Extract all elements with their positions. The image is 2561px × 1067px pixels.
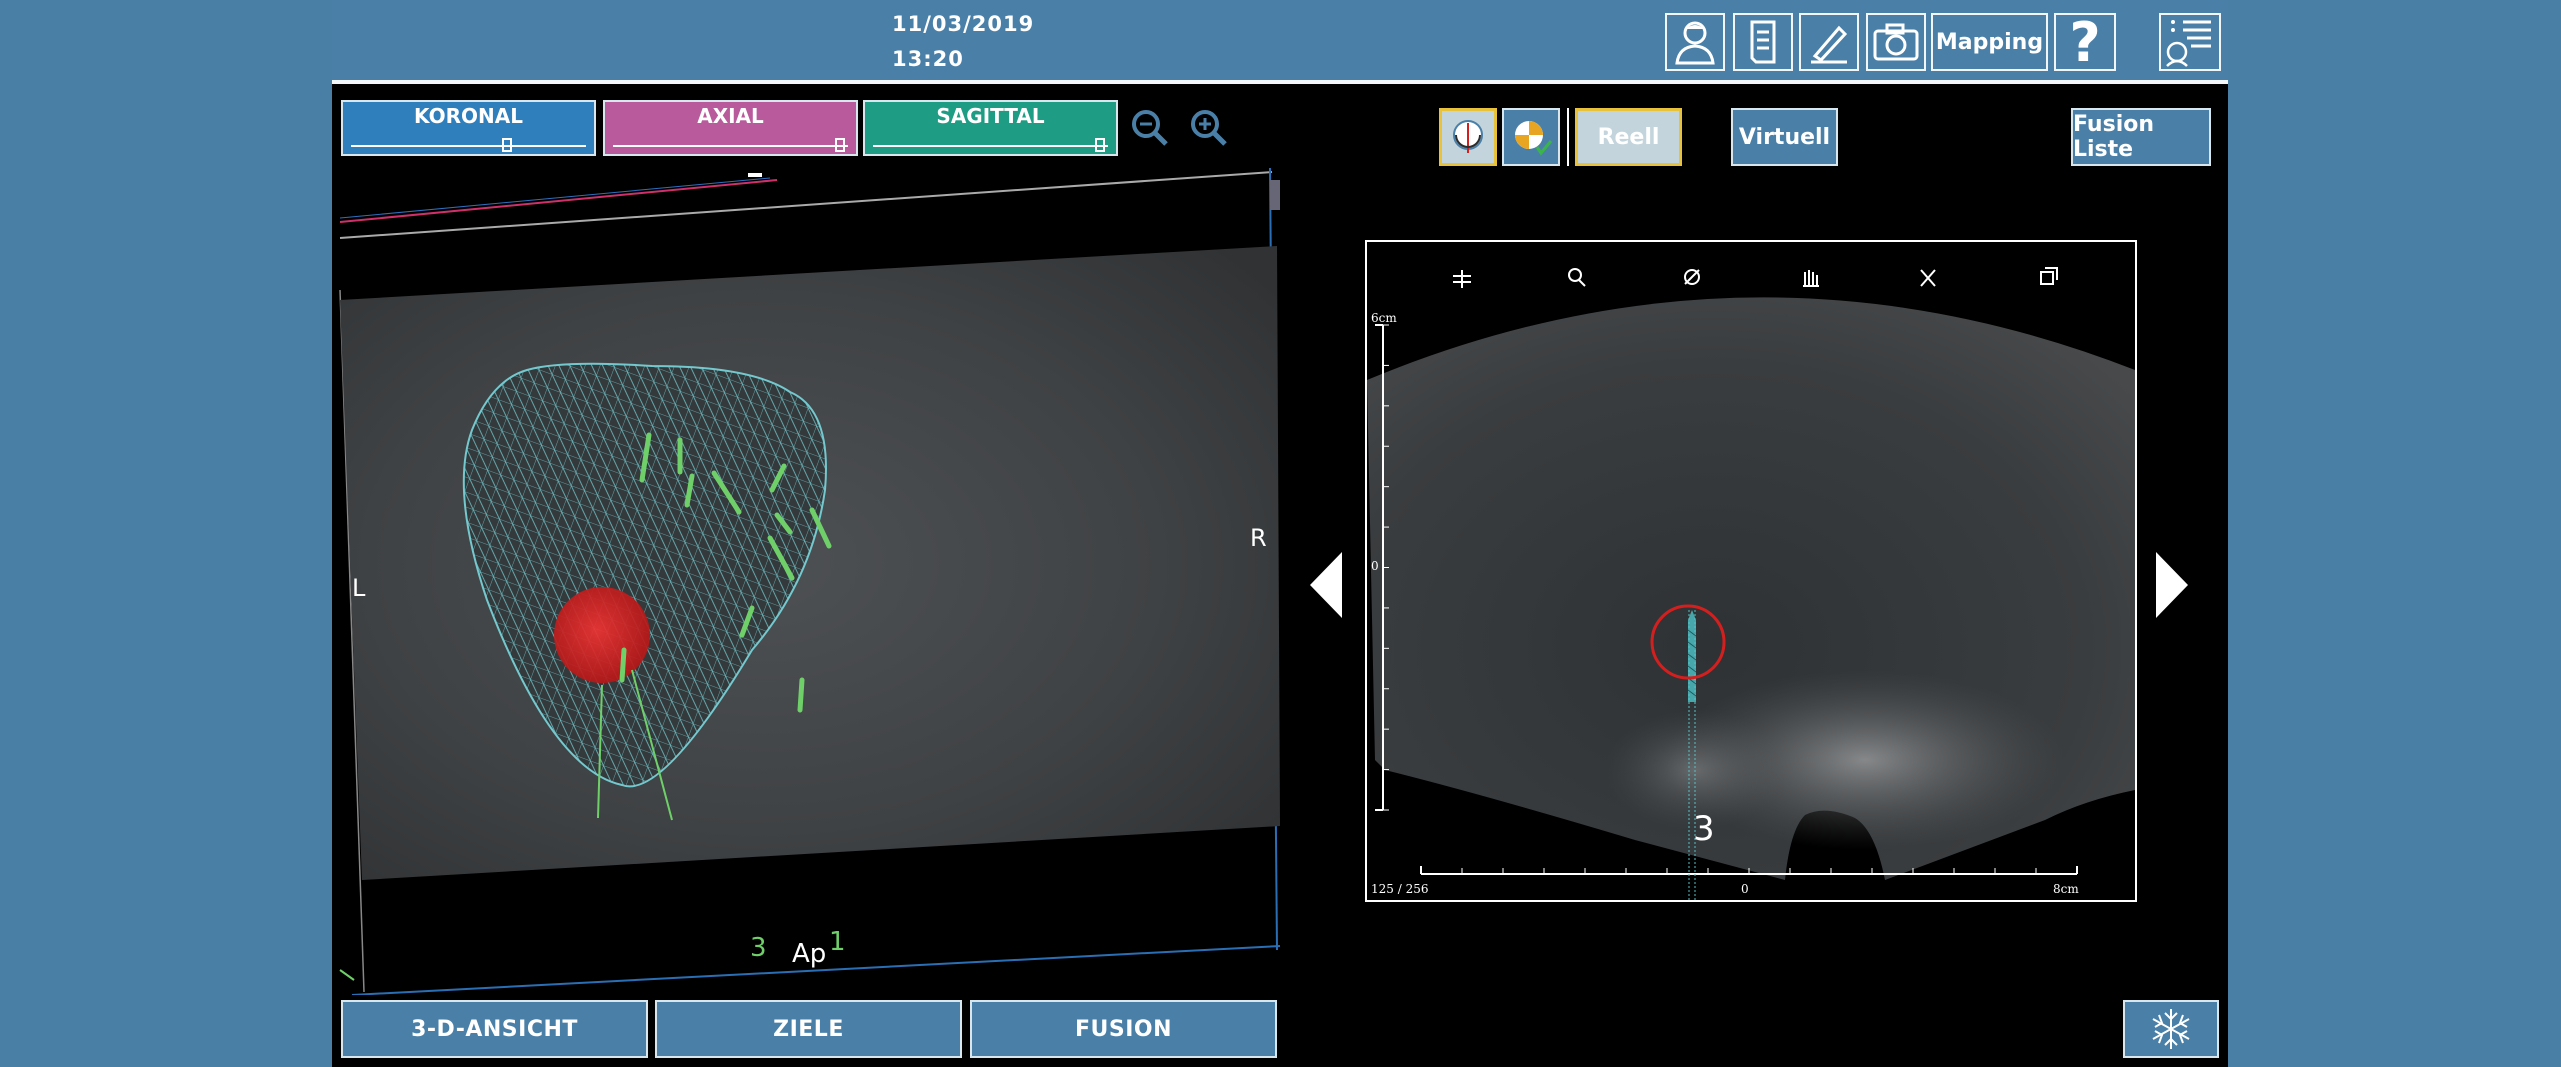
ultrasound-view[interactable]: 6cm 0 0 8cm 125 / 256 3 bbox=[1365, 240, 2137, 902]
annotate-button[interactable] bbox=[1799, 13, 1859, 71]
mapping-button[interactable]: Mapping bbox=[1931, 13, 2048, 71]
mapping-label: Mapping bbox=[1935, 29, 2044, 55]
probe-mode-button[interactable] bbox=[1439, 108, 1497, 166]
depth-label: 6cm bbox=[1371, 311, 1397, 325]
sector-mode-button[interactable] bbox=[1502, 108, 1560, 166]
report-button[interactable] bbox=[1733, 13, 1793, 71]
tab-sagittal-label: SAGITTAL bbox=[936, 104, 1045, 128]
fusion-list-button[interactable]: Fusion Liste bbox=[2071, 108, 2211, 166]
3d-view-button[interactable]: 3-D-ANSICHT bbox=[341, 1000, 648, 1058]
zoom-in-button[interactable] bbox=[1189, 108, 1229, 150]
zoom-out-button[interactable] bbox=[1130, 108, 1170, 150]
help-icon: ? bbox=[2069, 10, 2101, 74]
tab-axial[interactable]: AXIAL bbox=[603, 100, 858, 156]
axial-slider-thumb[interactable] bbox=[835, 138, 846, 152]
frame-counter: 125 / 256 bbox=[1371, 882, 1428, 896]
needle-label-3: 3 bbox=[750, 933, 767, 963]
patient-button[interactable] bbox=[1665, 13, 1725, 71]
screenshot-button[interactable] bbox=[1866, 13, 1926, 71]
needle-label-1: 1 bbox=[829, 927, 846, 957]
needle-number: 3 bbox=[1693, 809, 1715, 849]
freeze-button[interactable] bbox=[2123, 1000, 2219, 1058]
top-marker bbox=[748, 173, 762, 177]
reell-button[interactable]: Reell bbox=[1575, 108, 1682, 166]
zoom-in-icon bbox=[1191, 110, 1227, 146]
toolbar-divider bbox=[1567, 108, 1569, 166]
probe-icon bbox=[1453, 120, 1483, 153]
snowflake-icon bbox=[2152, 1009, 2190, 1049]
tab-koronal[interactable]: KORONAL bbox=[341, 100, 596, 156]
koronal-slider-track[interactable] bbox=[351, 145, 586, 147]
time-display: 13:20 bbox=[892, 47, 964, 71]
plane-marker bbox=[1270, 180, 1280, 210]
tab-koronal-label: KORONAL bbox=[414, 104, 523, 128]
sector-target-icon bbox=[1515, 121, 1553, 156]
patient-list-button[interactable] bbox=[2159, 13, 2221, 71]
pen-icon bbox=[1811, 25, 1848, 64]
orientation-left: L bbox=[352, 574, 366, 602]
3d-view[interactable]: L R 3 1 Ap bbox=[332, 160, 1280, 995]
depth-zero-label: 0 bbox=[1371, 559, 1379, 573]
prev-arrow-icon[interactable] bbox=[1308, 550, 1344, 620]
axis-tick bbox=[339, 969, 355, 981]
axial-slider-track[interactable] bbox=[613, 145, 848, 147]
sagittal-slider-track[interactable] bbox=[873, 145, 1108, 147]
next-arrow-icon[interactable] bbox=[2154, 550, 2190, 620]
koronal-slider-thumb[interactable] bbox=[502, 138, 513, 152]
apex-label: Ap bbox=[792, 939, 826, 969]
tab-sagittal[interactable]: SAGITTAL bbox=[863, 100, 1118, 156]
fusion-button[interactable]: FUSION bbox=[970, 1000, 1277, 1058]
width-zero-label: 0 bbox=[1741, 882, 1749, 896]
patient-icon bbox=[1675, 21, 1715, 65]
axial-plane-line bbox=[339, 179, 778, 223]
width-label: 8cm bbox=[2053, 882, 2079, 896]
sagittal-slider-thumb[interactable] bbox=[1095, 138, 1106, 152]
help-button[interactable]: ? bbox=[2054, 10, 2116, 74]
targets-button[interactable]: ZIELE bbox=[655, 1000, 962, 1058]
camera-icon bbox=[1873, 23, 1919, 61]
document-icon bbox=[1750, 20, 1776, 64]
tab-axial-label: AXIAL bbox=[697, 104, 764, 128]
patient-list-icon bbox=[2166, 20, 2211, 67]
target-sphere bbox=[554, 587, 650, 683]
orientation-right: R bbox=[1250, 524, 1267, 552]
date-display: 11/03/2019 bbox=[892, 12, 1035, 36]
zoom-out-icon bbox=[1132, 110, 1168, 146]
virtuell-button[interactable]: Virtuell bbox=[1731, 108, 1838, 166]
